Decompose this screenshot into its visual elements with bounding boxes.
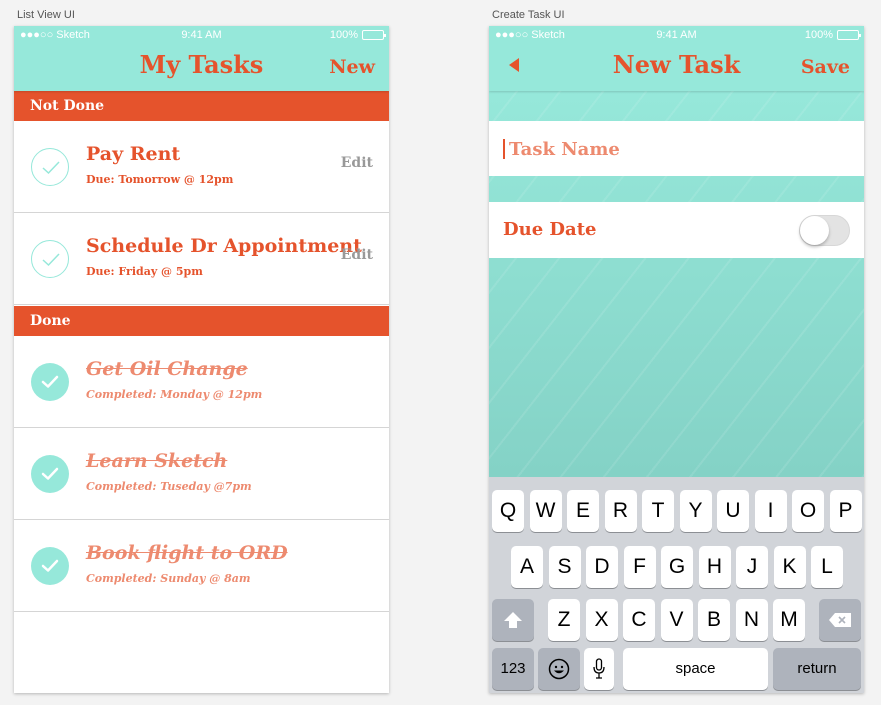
key-v[interactable]: V	[660, 599, 693, 641]
edit-button[interactable]: Edit	[341, 155, 373, 171]
space-key[interactable]: space	[623, 648, 768, 690]
shift-arrow-icon	[504, 612, 522, 628]
key-q[interactable]: Q	[492, 490, 524, 532]
delete-key[interactable]	[819, 599, 861, 641]
key-i[interactable]: I	[754, 490, 787, 532]
task-row[interactable]: Learn Sketch Completed: Tuseday @7pm	[14, 428, 389, 520]
return-key[interactable]: return	[773, 648, 861, 690]
key-u[interactable]: U	[717, 490, 749, 532]
checkbox-circle-icon[interactable]	[31, 148, 69, 186]
navbar: ●●●○○ Sketch 9:41 AM 100% My Tasks New	[14, 26, 389, 91]
due-date-label: Due Date	[503, 219, 597, 240]
key-b[interactable]: B	[698, 599, 730, 641]
key-k[interactable]: K	[773, 546, 806, 588]
key-f[interactable]: F	[623, 546, 656, 588]
key-y[interactable]: Y	[679, 490, 712, 532]
checked-circle-icon[interactable]	[31, 455, 69, 493]
key-r[interactable]: R	[604, 490, 637, 532]
battery-status: 100%	[329, 29, 386, 41]
key-s[interactable]: S	[548, 546, 581, 588]
task-title: Get Oil Change	[86, 358, 248, 380]
key-o[interactable]: O	[792, 490, 824, 532]
key-a[interactable]: A	[511, 546, 543, 588]
due-date-toggle[interactable]	[799, 215, 850, 246]
status-bar: ●●●○○ Sketch 9:41 AM 100%	[14, 26, 389, 46]
microphone-icon	[593, 658, 605, 679]
task-row[interactable]: Book flight to ORD Completed: Sunday @ 8…	[14, 520, 389, 612]
backspace-icon	[829, 613, 851, 627]
numbers-key[interactable]: 123	[492, 648, 534, 690]
battery-percent: 100%	[804, 29, 833, 41]
keyboard: QWERTYUIOP ASDFGHJKL ZXCVBNM 123 space r…	[489, 477, 864, 693]
task-row[interactable]: Schedule Dr Appointment Due: Friday @ 5p…	[14, 213, 389, 305]
key-j[interactable]: J	[736, 546, 768, 588]
task-title: Pay Rent	[86, 143, 181, 165]
battery-percent: 100%	[329, 29, 358, 41]
key-h[interactable]: H	[698, 546, 731, 588]
battery-icon	[362, 30, 386, 40]
task-name-input[interactable]	[509, 131, 829, 167]
edit-button[interactable]: Edit	[341, 247, 373, 263]
text-cursor	[503, 139, 505, 159]
checked-circle-icon[interactable]	[31, 363, 69, 401]
key-n[interactable]: N	[735, 599, 768, 641]
emoji-face-icon	[548, 658, 570, 680]
key-l[interactable]: L	[811, 546, 843, 588]
battery-icon	[837, 30, 861, 40]
key-w[interactable]: W	[529, 490, 562, 532]
status-bar: ●●●○○ Sketch 9:41 AM 100%	[489, 26, 864, 46]
toggle-knob	[800, 216, 829, 245]
section-header-not-done: Not Done	[14, 91, 389, 121]
task-row[interactable]: Get Oil Change Completed: Monday @ 12pm	[14, 336, 389, 428]
key-z[interactable]: Z	[548, 599, 580, 641]
shift-key[interactable]	[492, 599, 534, 641]
key-x[interactable]: X	[585, 599, 618, 641]
task-completed-date: Completed: Tuseday @7pm	[86, 480, 252, 493]
dictation-key[interactable]	[584, 648, 614, 690]
new-task-button[interactable]: New	[329, 56, 375, 78]
save-button[interactable]: Save	[801, 56, 850, 78]
task-completed-date: Completed: Sunday @ 8am	[86, 572, 251, 585]
artboard-label-create: Create Task UI	[492, 9, 565, 21]
key-d[interactable]: D	[586, 546, 618, 588]
battery-status: 100%	[804, 29, 861, 41]
task-due-date: Due: Tomorrow @ 12pm	[86, 173, 234, 186]
task-completed-date: Completed: Monday @ 12pm	[86, 388, 263, 401]
navbar: ●●●○○ Sketch 9:41 AM 100% New Task Save	[489, 26, 864, 91]
task-row[interactable]: Pay Rent Due: Tomorrow @ 12pm Edit	[14, 121, 389, 213]
task-name-row[interactable]	[489, 121, 864, 176]
key-c[interactable]: C	[623, 599, 655, 641]
due-date-row: Due Date	[489, 202, 864, 258]
key-e[interactable]: E	[567, 490, 599, 532]
section-header-done: Done	[14, 306, 389, 336]
task-title: Schedule Dr Appointment	[86, 235, 362, 257]
create-task-screen: ●●●○○ Sketch 9:41 AM 100% New Task Save …	[489, 26, 864, 693]
key-g[interactable]: G	[661, 546, 693, 588]
checked-circle-icon[interactable]	[31, 547, 69, 585]
list-view-screen: ●●●○○ Sketch 9:41 AM 100% My Tasks New N…	[14, 26, 389, 693]
key-m[interactable]: M	[773, 599, 805, 641]
task-title: Learn Sketch	[86, 450, 228, 472]
artboard-label-list: List View UI	[17, 9, 75, 21]
task-title: Book flight to ORD	[86, 542, 288, 564]
key-t[interactable]: T	[642, 490, 674, 532]
checkbox-circle-icon[interactable]	[31, 240, 69, 278]
task-due-date: Due: Friday @ 5pm	[86, 265, 203, 278]
key-p[interactable]: P	[829, 490, 862, 532]
emoji-key[interactable]	[538, 648, 580, 690]
